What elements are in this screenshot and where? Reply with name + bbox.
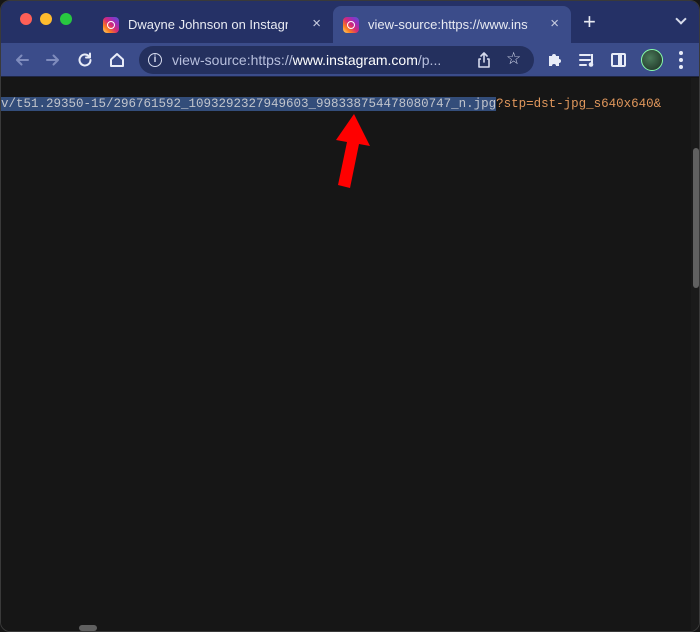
reload-button[interactable] (74, 49, 96, 71)
instagram-icon (103, 16, 119, 33)
tab-dwayne-johnson[interactable]: Dwayne Johnson on Instagram × (93, 6, 333, 43)
arrow-left-icon (16, 54, 29, 66)
url-query-string[interactable]: ?stp=dst-jpg_s640x640& (496, 97, 661, 111)
selected-image-url[interactable]: v/t51.29350-15/296761592_109329232794960… (1, 97, 497, 111)
tab-view-source[interactable]: view-source:https://www.instag × (333, 6, 571, 43)
arrow-right-icon (46, 54, 59, 66)
window-minimize-button[interactable] (40, 13, 52, 25)
bookmark-star-icon[interactable]: ☆ (506, 49, 521, 69)
tab-title: Dwayne Johnson on Instagram (128, 17, 288, 32)
extensions-puzzle-icon[interactable] (547, 52, 563, 68)
back-button[interactable] (11, 49, 33, 71)
address-bar[interactable]: i view-source:https://www.instagram.com/… (139, 46, 534, 74)
side-panel-icon[interactable] (611, 53, 626, 67)
window-close-button[interactable] (20, 13, 32, 25)
url-host: www.instagram.com (292, 52, 418, 68)
tab-close-icon[interactable]: × (550, 16, 559, 32)
kebab-menu-icon[interactable] (679, 51, 683, 69)
new-tab-button[interactable]: + (583, 11, 596, 33)
instagram-icon (343, 16, 359, 33)
profile-avatar[interactable] (641, 49, 663, 71)
tab-search-chevron-icon[interactable] (675, 13, 687, 25)
browser-toolbar: i view-source:https://www.instagram.com/… (1, 43, 699, 77)
site-info-icon[interactable]: i (148, 53, 162, 67)
share-icon[interactable] (477, 52, 491, 68)
browser-window: Dwayne Johnson on Instagram × view-sourc… (0, 0, 700, 632)
source-code-line[interactable]: v/t51.29350-15/296761592_109329232794960… (1, 97, 661, 111)
reading-list-icon[interactable] (578, 51, 596, 69)
url-text[interactable]: view-source:https://www.instagram.com/p.… (172, 52, 468, 68)
reload-icon (78, 52, 92, 67)
home-icon (110, 53, 124, 67)
vertical-scroll-thumb[interactable] (693, 148, 699, 288)
tab-title: view-source:https://www.instag (368, 17, 528, 32)
tab-strip: Dwayne Johnson on Instagram × view-sourc… (1, 1, 699, 43)
red-annotation-arrow (336, 114, 370, 188)
vertical-scrollbar[interactable] (691, 78, 699, 631)
home-button[interactable] (106, 49, 128, 71)
window-maximize-button[interactable] (60, 13, 72, 25)
url-suffix: /p... (417, 52, 442, 68)
url-prefix: view-source:https:// (172, 52, 293, 68)
horizontal-scroll-thumb[interactable] (79, 625, 97, 631)
forward-button[interactable] (42, 49, 64, 71)
tab-close-icon[interactable]: × (312, 16, 321, 32)
